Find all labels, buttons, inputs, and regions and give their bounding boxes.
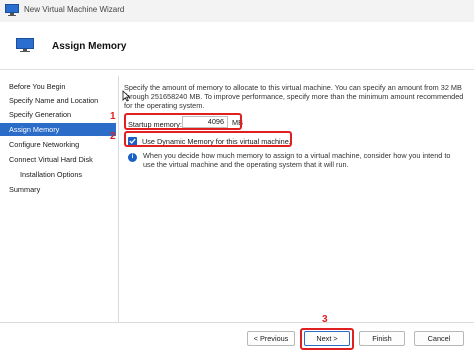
sidebar-item-before-you-begin[interactable]: Before You Begin (0, 80, 116, 93)
annotation-number-1: 1 (110, 111, 116, 122)
sidebar-item-assign-memory[interactable]: Assign Memory (0, 123, 116, 136)
monitor-icon (16, 38, 34, 52)
sidebar-item-specify-generation[interactable]: Specify Generation (0, 108, 116, 121)
wizard-steps-sidebar: Before You Begin Specify Name and Locati… (0, 76, 118, 316)
previous-button[interactable]: < Previous (247, 331, 295, 346)
annotation-number-3: 3 (322, 314, 328, 325)
memory-description: Specify the amount of memory to allocate… (124, 83, 464, 110)
finish-button[interactable]: Finish (359, 331, 405, 346)
footer-divider (0, 322, 474, 323)
sidebar-item-summary[interactable]: Summary (0, 183, 116, 196)
memory-info: i When you decide how much memory to ass… (128, 151, 464, 169)
sidebar-item-specify-name-and-location[interactable]: Specify Name and Location (0, 94, 116, 107)
mouse-cursor-icon (122, 90, 131, 104)
memory-info-text: When you decide how much memory to assig… (143, 151, 451, 169)
cancel-button[interactable]: Cancel (414, 331, 464, 346)
annotation-number-2: 2 (110, 131, 116, 142)
title-bar: New Virtual Machine Wizard (0, 0, 474, 22)
annotation-box-dynamic-memory (124, 131, 292, 147)
annotation-box-startup-memory (124, 113, 242, 130)
sidebar-item-connect-virtual-hard-disk[interactable]: Connect Virtual Hard Disk (0, 153, 116, 166)
info-icon: i (128, 153, 137, 162)
sidebar-item-configure-networking[interactable]: Configure Networking (0, 138, 116, 151)
hyper-v-icon (5, 4, 19, 16)
sidebar-item-installation-options[interactable]: Installation Options (0, 168, 116, 181)
sidebar-divider (118, 76, 119, 322)
wizard-header: Assign Memory (0, 22, 474, 70)
next-button[interactable]: Next > (304, 331, 350, 346)
page-title: Assign Memory (52, 41, 127, 52)
window-title: New Virtual Machine Wizard (24, 5, 125, 14)
